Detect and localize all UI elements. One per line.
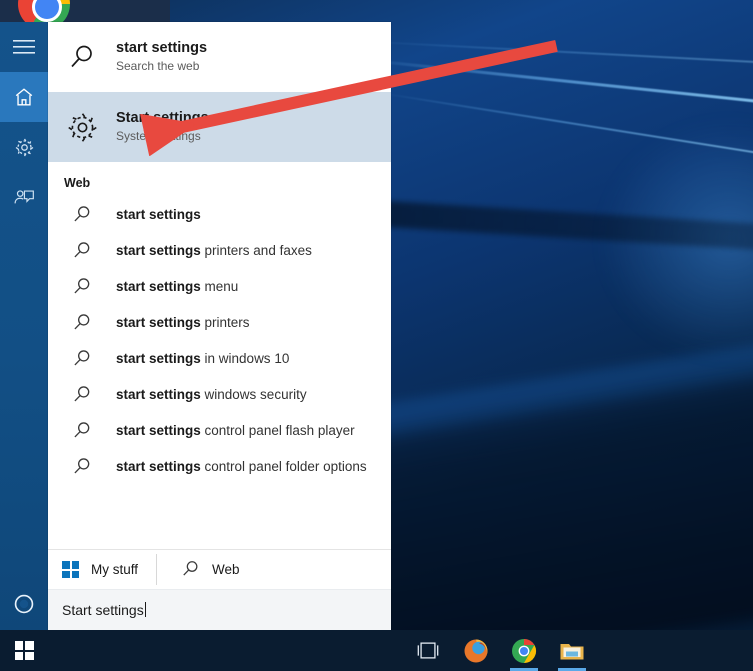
web-suggestion-item[interactable]: start settings in windows 10	[48, 340, 391, 376]
web-suggestion-label: start settings control panel flash playe…	[116, 422, 355, 438]
taskbar	[0, 630, 753, 671]
web-suggestion-label: start settings control panel folder opti…	[116, 458, 367, 474]
web-suggestion-label: start settings printers	[116, 314, 250, 330]
text-caret	[144, 602, 146, 617]
web-suggestion-item[interactable]: start settings menu	[48, 268, 391, 304]
web-suggestion-label: start settings windows security	[116, 386, 307, 402]
sidebar-item-home[interactable]	[0, 72, 48, 122]
home-icon	[13, 86, 35, 108]
task-view-icon[interactable]	[408, 630, 448, 671]
search-icon	[62, 240, 102, 260]
firefox-icon[interactable]	[456, 630, 496, 671]
feedback-person-icon	[13, 187, 35, 207]
result-subtitle: Search the web	[116, 59, 200, 74]
start-button[interactable]	[0, 630, 48, 671]
tab-web[interactable]: Web	[157, 550, 258, 589]
hamburger-menu-icon	[13, 39, 35, 55]
web-suggestion-item[interactable]: start settings windows security	[48, 376, 391, 412]
section-label-web: Web	[64, 176, 91, 190]
sidebar-item-settings[interactable]	[0, 122, 48, 172]
web-suggestion-item[interactable]: start settings control panel flash playe…	[48, 412, 391, 448]
tab-my-stuff[interactable]: My stuff	[48, 550, 156, 589]
web-suggestions-list: start settings start settings printers an…	[48, 196, 391, 484]
cortana-circle-icon	[13, 593, 35, 620]
search-icon	[62, 276, 102, 296]
web-suggestion-item[interactable]: start settings printers and faxes	[48, 232, 391, 268]
search-icon	[62, 204, 102, 224]
result-row-search-web[interactable]: start settings Search the web	[48, 22, 391, 92]
sidebar-item-menu[interactable]	[0, 22, 48, 72]
search-results-list: start settings Search the web Start sett…	[48, 22, 391, 549]
search-icon	[62, 420, 102, 440]
result-subtitle: System settings	[116, 129, 201, 144]
web-suggestion-item[interactable]: start settings	[48, 196, 391, 232]
tab-label: Web	[212, 562, 240, 577]
web-suggestion-item[interactable]: start settings printers	[48, 304, 391, 340]
search-input[interactable]: Start settings	[48, 589, 391, 630]
taskbar-items	[391, 630, 592, 671]
search-icon	[62, 384, 102, 404]
web-suggestion-label: start settings in windows 10	[116, 350, 290, 366]
gear-icon	[62, 112, 102, 143]
search-icon	[62, 43, 102, 71]
web-suggestion-label: start settings	[116, 206, 201, 222]
tab-label: My stuff	[91, 562, 139, 577]
search-icon	[181, 559, 200, 581]
result-title: start settings	[116, 39, 208, 56]
web-suggestion-label: start settings menu	[116, 278, 239, 294]
chrome-icon[interactable]	[504, 630, 544, 671]
search-icon	[62, 348, 102, 368]
cortana-button[interactable]	[0, 583, 48, 629]
search-icon	[62, 312, 102, 332]
file-explorer-icon[interactable]	[552, 630, 592, 671]
search-input-value: Start settings	[62, 602, 144, 618]
panel-tabs: My stuff Web	[48, 549, 391, 589]
windows-start-icon	[14, 641, 34, 660]
cortana-search-panel: start settings Search the web Start sett…	[48, 22, 391, 630]
search-icon	[62, 456, 102, 476]
windows-logo-icon	[62, 561, 79, 578]
wallpaper-light-ray	[354, 40, 753, 65]
result-row-start-settings[interactable]: Start settings System settings	[48, 92, 391, 162]
sidebar-item-feedback[interactable]	[0, 172, 48, 222]
result-title: Start settings	[116, 109, 209, 126]
cortana-sidebar	[0, 22, 48, 630]
gear-icon	[14, 137, 35, 158]
web-suggestion-label: start settings printers and faxes	[116, 242, 312, 258]
web-suggestion-item[interactable]: start settings control panel folder opti…	[48, 448, 391, 484]
